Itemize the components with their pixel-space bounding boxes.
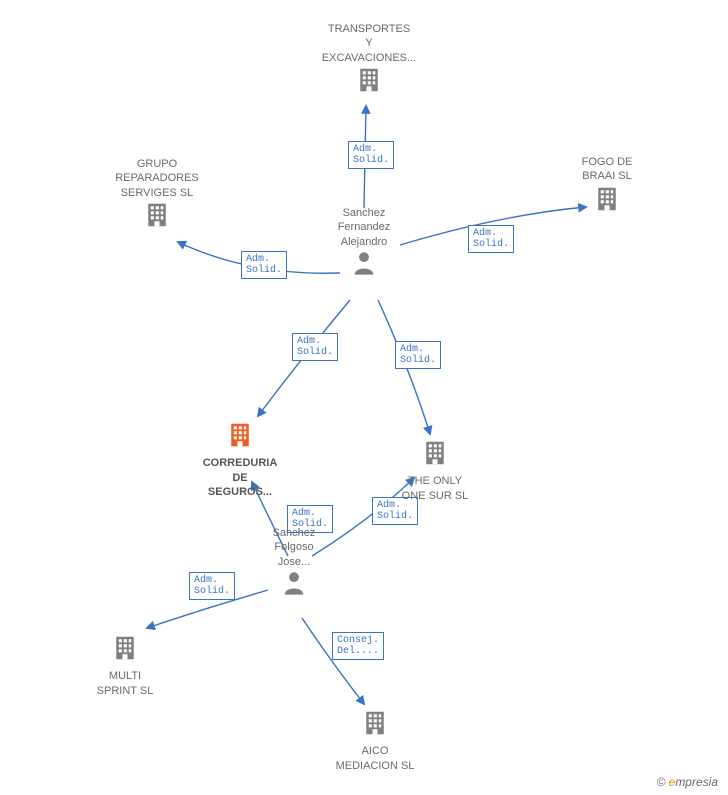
company-node[interactable]: MULTISPRINT SL: [65, 633, 185, 698]
company-node[interactable]: THE ONLYONE SUR SL: [375, 438, 495, 503]
building-icon: [592, 184, 622, 214]
company-label: GRUPOREPARADORESSERVIGES SL: [97, 157, 217, 200]
relationship-edge: [378, 300, 430, 434]
person-icon: [280, 569, 308, 597]
brand-rest: mpresia: [675, 775, 718, 789]
company-label: TRANSPORTESYEXCAVACIONES...: [309, 22, 429, 65]
relationship-edge: [258, 300, 350, 416]
person-label: SanchezFolgosoJose...: [239, 526, 349, 569]
building-icon: [360, 708, 390, 738]
company-label: CORREDURIADESEGUROS...: [180, 456, 300, 499]
company-node[interactable]: AICOMEDIACION SL: [315, 708, 435, 773]
relationship-edge: [364, 106, 366, 208]
company-label: FOGO DEBRAAI SL: [547, 155, 667, 184]
company-label: AICOMEDIACION SL: [315, 744, 435, 773]
building-icon: [225, 420, 255, 450]
building-icon: [420, 438, 450, 468]
copyright-symbol: ©: [656, 775, 665, 789]
company-node[interactable]: FOGO DEBRAAI SL: [547, 153, 667, 218]
relationship-edge: [302, 618, 364, 704]
company-label: THE ONLYONE SUR SL: [375, 474, 495, 503]
building-icon: [142, 200, 172, 230]
company-label: MULTISPRINT SL: [65, 669, 185, 698]
company-node[interactable]: CORREDURIADESEGUROS...: [180, 420, 300, 499]
credit: © empresia: [656, 775, 718, 789]
company-node[interactable]: TRANSPORTESYEXCAVACIONES...: [309, 20, 429, 99]
person-node[interactable]: SanchezFernandezAlejandro: [309, 204, 419, 281]
person-node[interactable]: SanchezFolgosoJose...: [239, 524, 349, 601]
building-icon: [110, 633, 140, 663]
building-icon: [354, 65, 384, 95]
person-icon: [350, 249, 378, 277]
person-label: SanchezFernandezAlejandro: [309, 206, 419, 249]
company-node[interactable]: GRUPOREPARADORESSERVIGES SL: [97, 155, 217, 234]
